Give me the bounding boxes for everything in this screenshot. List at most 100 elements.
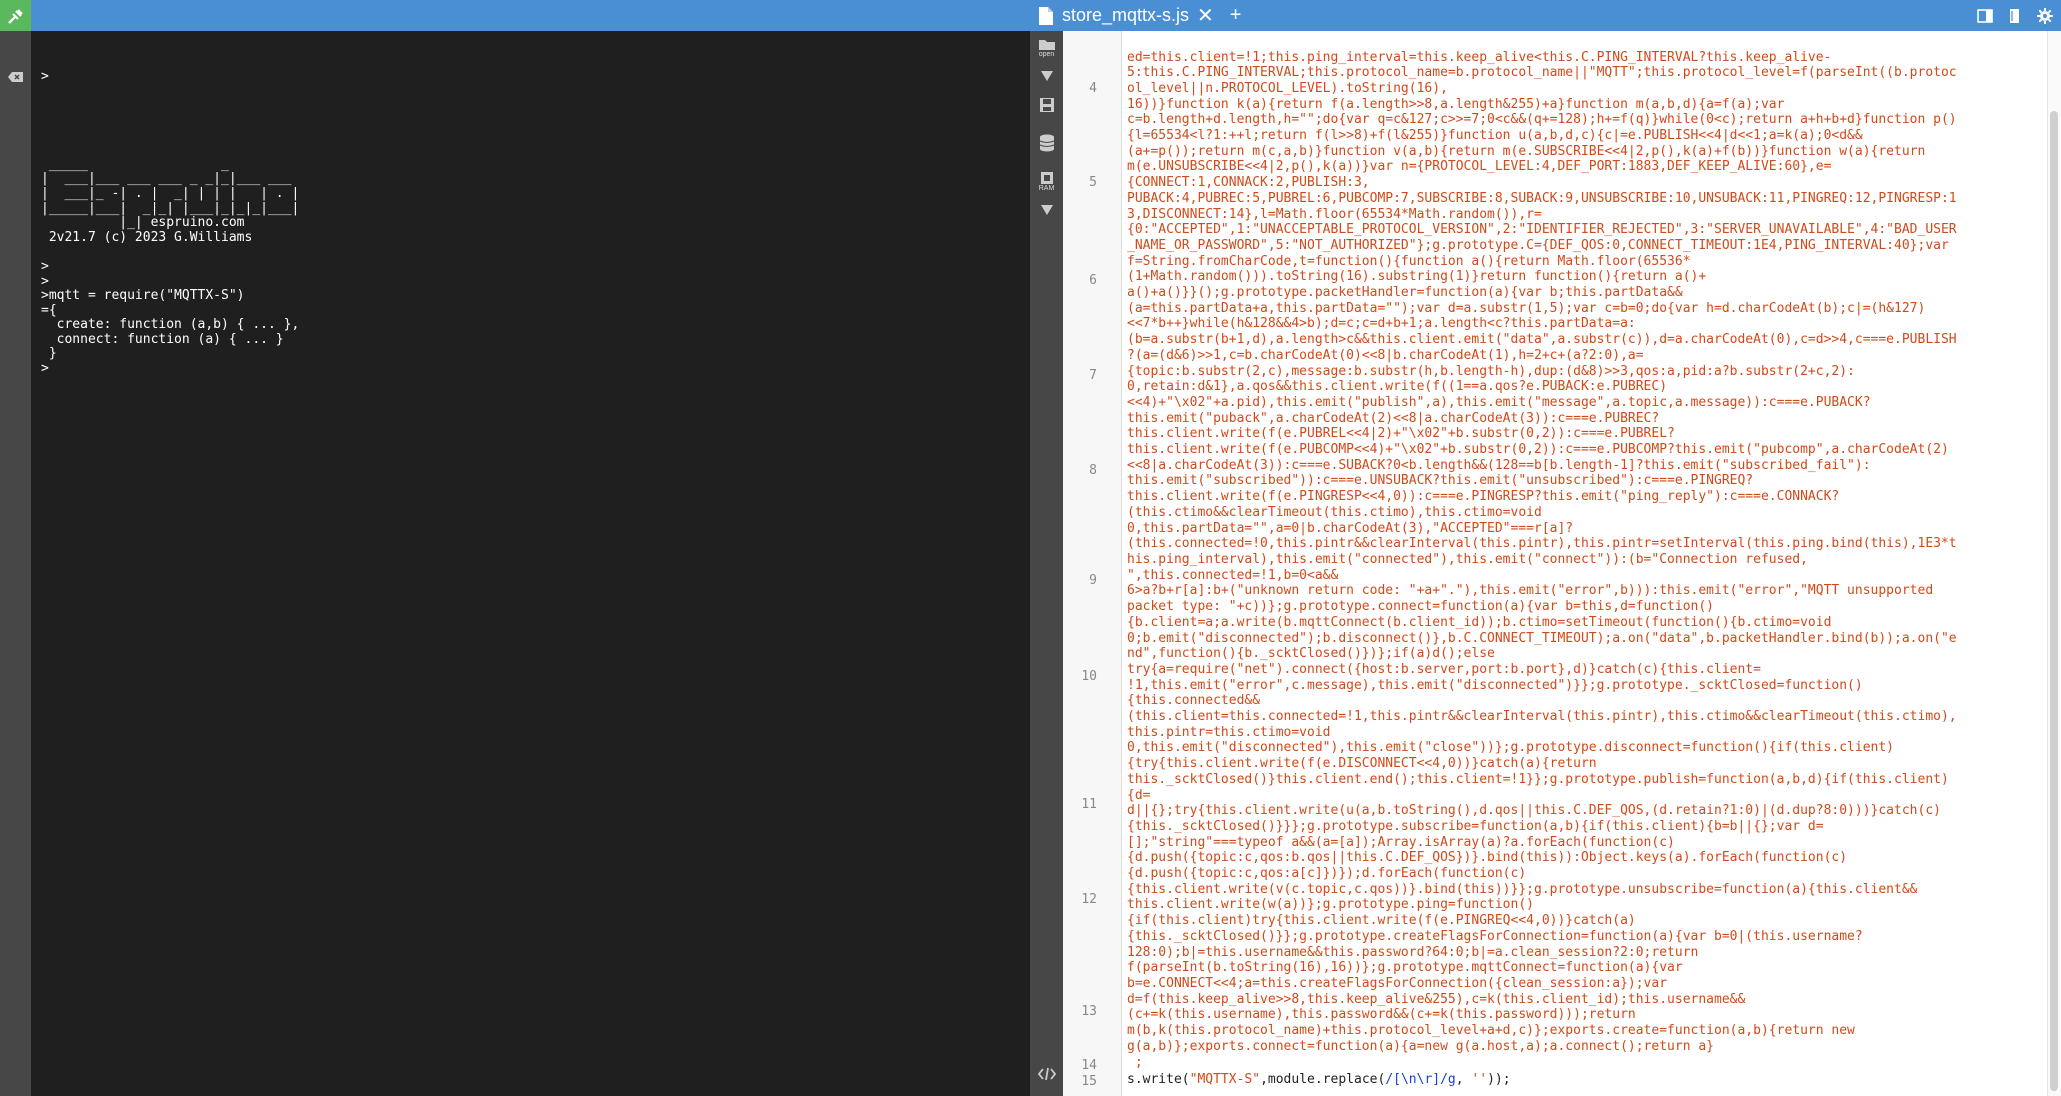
upload-ram-button[interactable]: RAM xyxy=(1030,171,1063,192)
code-line: {d= xyxy=(1127,787,1151,803)
code-line: 0,retain:d&1},a.qos&&this.client.write(f… xyxy=(1127,379,1668,395)
line-number: 12 xyxy=(1081,892,1097,907)
line-number: 8 xyxy=(1089,463,1097,478)
code-line: {topic:b.substr(2,c),message:b.substr(h,… xyxy=(1127,363,1855,379)
code-line: ed=this.client=!1;this.ping_interval=thi… xyxy=(1127,49,1832,65)
split-view-icon[interactable] xyxy=(1977,8,1993,24)
code-line: (1+Math.random())).toString(16).substrin… xyxy=(1127,269,1707,285)
code-line: f=String.fromCharCode,t=function(){funct… xyxy=(1127,253,1691,269)
code-editor[interactable]: 4 5 6 7 8 9 10 11 12 13 14 15 ed=this.cl… xyxy=(1063,31,2061,1096)
code-line: this.emit("puback",a.charCodeAt(2)<<8|a.… xyxy=(1127,410,1660,426)
save-button[interactable] xyxy=(1030,97,1063,113)
code-line: {b.client=a;a.write(b.mqttConnect(b.clie… xyxy=(1127,614,1832,630)
open-file-button[interactable]: open xyxy=(1030,37,1063,58)
code-line: his.ping_interval),this.emit("connected"… xyxy=(1127,552,1808,567)
open-dropdown-button[interactable] xyxy=(1030,71,1063,81)
terminal-line: > xyxy=(41,273,49,289)
code-string: "MQTTX-S" xyxy=(1189,1072,1261,1087)
connect-button[interactable] xyxy=(0,0,31,31)
line-number: 7 xyxy=(1089,368,1097,383)
code-line: ",this.connected=!1,b=0<a&& xyxy=(1127,567,1339,583)
scrollbar-thumb[interactable] xyxy=(2050,111,2058,1091)
code-line: this._scktClosed()}this.client.end();thi… xyxy=(1127,771,1949,787)
code-token: , xyxy=(1455,1072,1472,1087)
code-line: d||{};try{this.client.write(u(a,b.toStri… xyxy=(1127,803,1941,819)
code-brackets-icon xyxy=(1037,1067,1056,1081)
code-line: {this._scktClosed()}}};g.prototype.subsc… xyxy=(1127,818,1824,834)
code-line: (c+=k(this.username),this.password&&(c+=… xyxy=(1127,1007,1636,1023)
close-tab-icon[interactable]: ✕ xyxy=(1197,3,1214,28)
code-line: ; xyxy=(1127,1054,1143,1070)
code-line: (this.ctimo&&clearTimeout(this.ctimo),th… xyxy=(1127,504,1542,520)
line-number: 10 xyxy=(1081,669,1097,684)
line-number: 13 xyxy=(1081,1004,1097,1019)
espruino-logo-line: |_| espruino.com xyxy=(41,215,245,231)
espruino-logo-line: | ___|_ -| . | _| | | | | . | xyxy=(41,185,300,201)
line-number: 5 xyxy=(1089,175,1097,190)
code-line: this.pintr=this.ctimo=void xyxy=(1127,724,1331,740)
code-line: packet type: "+c))};g.prototype.connect=… xyxy=(1127,599,1714,615)
code-line: m(b,k(this.protocol_name)+this.protocol_… xyxy=(1127,1023,1855,1039)
code-line: _NAME_OR_PASSWORD",5:"NOT_AUTHORIZED"};g… xyxy=(1127,237,1949,253)
terminal-console[interactable]: > _____ _ | ___|___ ___ ___ _ _|_|___ ___… xyxy=(31,31,1030,1096)
editor-scrollbar[interactable] xyxy=(2047,31,2061,1096)
open-label: open xyxy=(1038,51,1055,58)
storage-button[interactable] xyxy=(1030,134,1063,152)
add-tab-icon[interactable]: + xyxy=(1230,4,1242,27)
code-string: '' xyxy=(1471,1072,1488,1087)
code-line: 0,this.partData="",a=0|b.charCodeAt(3),"… xyxy=(1127,520,1574,536)
code-line: this.client.write(f(e.PUBCOMP<<4)+"\x02"… xyxy=(1127,442,1949,458)
triangle-down-icon xyxy=(1040,71,1053,81)
code-line: b=e.CONNECT<<4;a=this.createFlagsForConn… xyxy=(1127,975,1668,991)
book-icon[interactable] xyxy=(2007,8,2023,24)
plug-icon xyxy=(7,8,23,24)
settings-gear-icon[interactable] xyxy=(2037,7,2053,24)
middle-toolbar: open RAM xyxy=(1030,31,1063,1096)
code-content: ed=this.client=!1;this.ping_interval=thi… xyxy=(1127,50,2061,1071)
ram-label: RAM xyxy=(1038,185,1055,192)
code-line: 128:0);b|=this.username&&this.password?6… xyxy=(1127,944,1699,960)
folder-icon xyxy=(1038,40,1055,50)
terminal-line: ={ xyxy=(41,302,57,318)
code-line: <<8|a.charCodeAt(3)):c===e.SUBACK?0<b.le… xyxy=(1127,457,1871,473)
code-line: ol_level||n.PROTOCOL_LEVEL).toString(16)… xyxy=(1127,80,1448,96)
code-line: (b=a.substr(b+1,d),a.length>c&&this.clie… xyxy=(1127,332,1957,348)
editor-tab[interactable]: store_mqttx-s.js ✕ + xyxy=(1030,0,1241,31)
code-line: (a+=p());return m(c,a,b)}function v(a,b)… xyxy=(1127,143,1926,159)
file-icon xyxy=(1039,6,1053,25)
clear-terminal-icon[interactable] xyxy=(7,71,24,83)
terminal-line: > xyxy=(41,69,49,85)
terminal-line: create: function (a,b) { ... }, xyxy=(41,317,300,333)
code-view-toggle[interactable] xyxy=(1030,1067,1063,1081)
terminal-prompt: > xyxy=(41,361,49,377)
code-line: this.client.write(w(a))};g.prototype.pin… xyxy=(1127,897,1534,913)
code-token: )); xyxy=(1487,1072,1511,1087)
espruino-logo-line: _____ _ xyxy=(41,156,229,172)
code-line: c=b.length+d.length,h="";do{var q=c&127;… xyxy=(1127,112,1957,128)
code-line: {this.client.write(v(c.topic,c.qos))}.bi… xyxy=(1127,881,1918,897)
code-line: 0;b.emit("disconnected");b.disconnect()}… xyxy=(1127,630,1957,646)
chip-icon xyxy=(1040,172,1053,184)
upload-dropdown-button[interactable] xyxy=(1030,205,1063,215)
code-line: m(e.UNSUBSCRIBE<<4|2,p(),k(a))}var n={PR… xyxy=(1127,159,1832,175)
triangle-down-icon xyxy=(1040,205,1053,215)
code-line: 3,DISCONNECT:14},l=Math.floor(65534*Math… xyxy=(1127,206,1542,222)
database-icon xyxy=(1039,134,1054,152)
code-line: 0,this.emit("disconnected"),this.emit("c… xyxy=(1127,740,1895,756)
terminal-line: > xyxy=(41,258,49,274)
code-line: try{a=require("net").connect({host:b.ser… xyxy=(1127,661,1761,677)
code-line: !1,this.emit("error",c.message),this.emi… xyxy=(1127,677,1863,693)
code-line: 6>a?b+r[a]:b+("unknown return code: "+a+… xyxy=(1127,583,1934,599)
terminal-line: } xyxy=(41,346,57,362)
save-disk-icon xyxy=(1039,98,1054,112)
top-right-icons xyxy=(1977,0,2053,31)
top-bar: store_mqttx-s.js ✕ + xyxy=(0,0,2061,31)
espruino-logo-line: |_____|___| _|_| |___|_|_|_|___| xyxy=(41,200,300,216)
left-toolbar xyxy=(0,31,31,1096)
line-number: 4 xyxy=(1089,81,1097,96)
code-line: 16))}function k(a){return f(a.length>>8,… xyxy=(1127,96,1785,112)
